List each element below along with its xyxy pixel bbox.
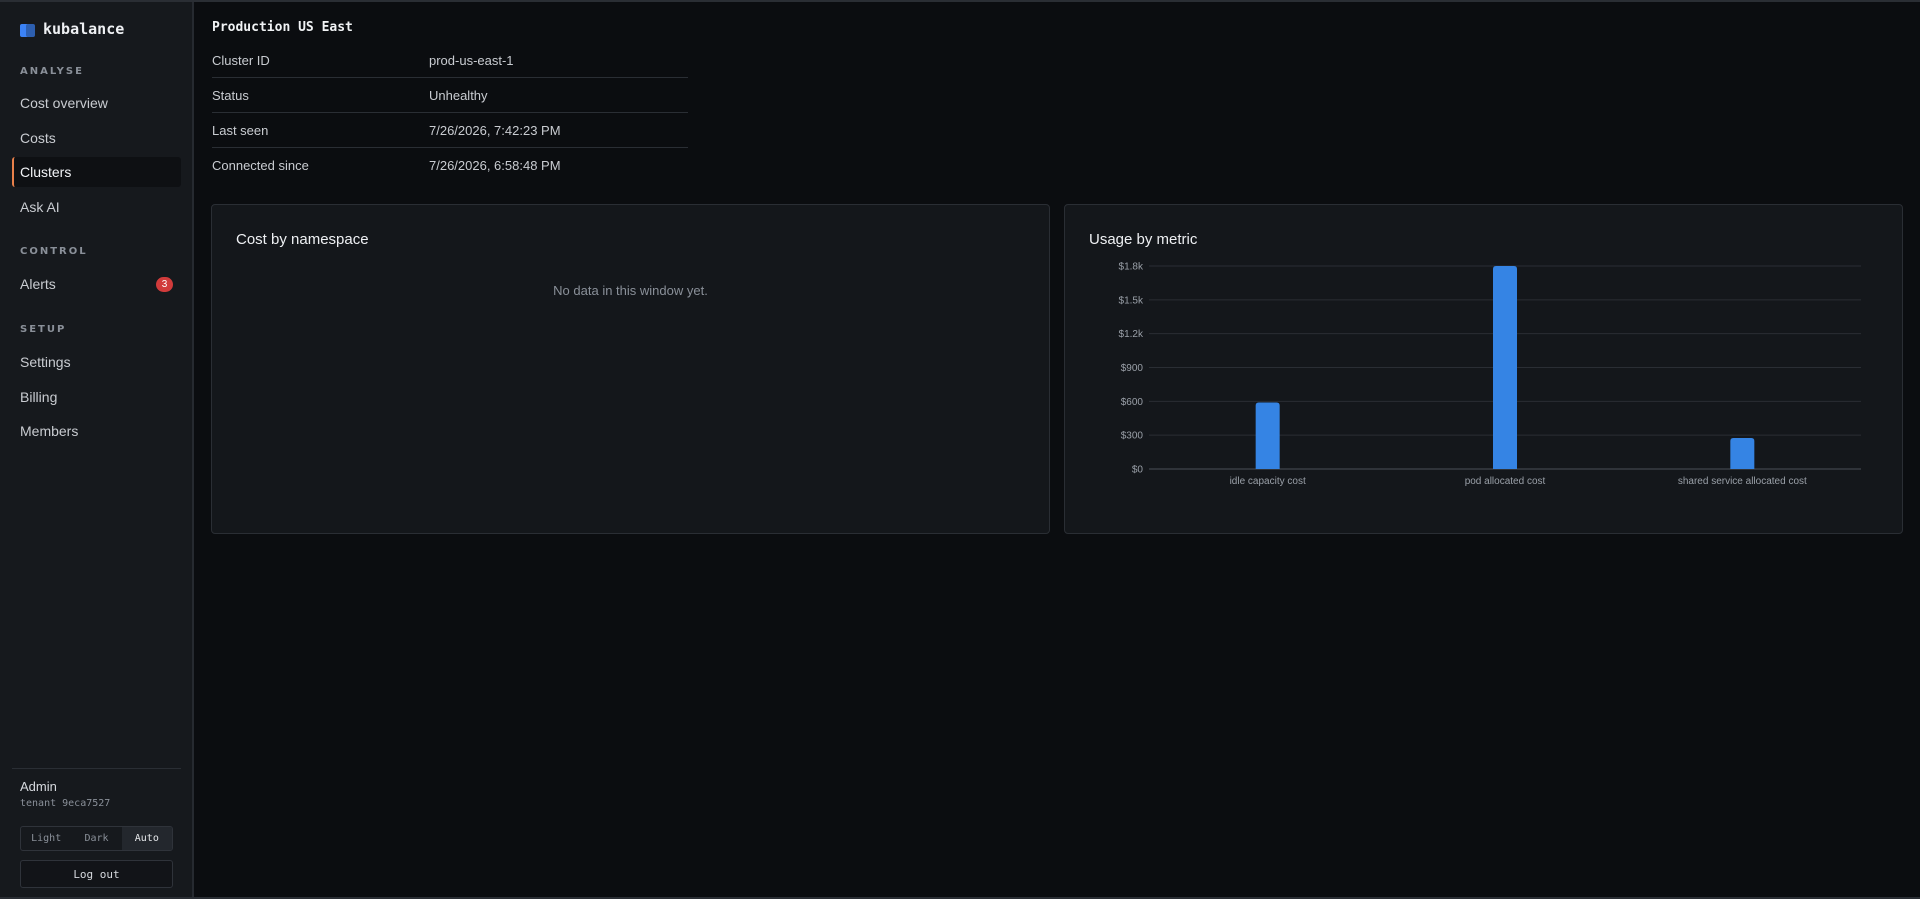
y-tick-label: $1.8k [1119,262,1144,273]
theme-toggle: Light Dark Auto [20,826,173,851]
sidebar: kubalance ANALYSE Cost overview Costs Cl… [0,2,194,897]
main-content: Production US East Cluster ID prod-us-ea… [196,2,1920,897]
sidebar-item-cost-overview[interactable]: Cost overview [12,88,181,118]
user-name: Admin [20,779,57,794]
sidebar-item-alerts[interactable]: Alerts 3 [12,269,181,299]
panel-title: Cost by namespace [236,231,369,248]
detail-value: prod-us-east-1 [429,52,514,68]
detail-key: Status [212,87,249,103]
app-window: kubalance ANALYSE Cost overview Costs Cl… [0,0,1920,899]
cost-by-namespace-panel: Cost by namespace No data in this window… [211,204,1050,534]
bar[interactable] [1493,266,1517,469]
sidebar-item-costs[interactable]: Costs [12,123,181,153]
page-title: Production US East [212,20,353,35]
bar[interactable] [1255,402,1280,469]
sidebar-item-members[interactable]: Members [12,416,181,446]
usage-by-metric-panel: Usage by metric $0 $300 $600 $900 $1.2k $1.5k… [1064,204,1903,534]
detail-key: Connected since [212,158,309,173]
kubalance-logo-icon [20,22,35,37]
sidebar-item-settings[interactable]: Settings [12,347,181,377]
section-label-analyse: ANALYSE [20,66,84,77]
detail-row: Connected since 7/26/2026, 6:58:48 PM [212,148,688,183]
theme-option-auto[interactable]: Auto [121,827,172,850]
detail-value: 7/26/2026, 7:42:23 PM [429,122,561,138]
section-label-setup: SETUP [20,324,67,335]
user-block: Admin tenant 9eca7527 Light Dark Auto Lo… [12,768,181,888]
sidebar-item-clusters[interactable]: Clusters [12,157,181,187]
bar[interactable] [1730,437,1755,469]
detail-row: Status Unhealthy [212,78,688,113]
empty-state-message: No data in this window yet. [553,283,708,298]
theme-option-dark[interactable]: Dark [71,827,121,850]
x-category-label: shared service allocated cost [1678,476,1807,487]
usage-bar-chart: $0 $300 $600 $900 $1.2k $1.5k $1.8k idle capaci… [1119,262,1861,487]
y-tick-label: $1.5k [1119,295,1144,306]
y-tick-label: $0 [1132,465,1144,476]
detail-row: Cluster ID prod-us-east-1 [212,43,688,78]
detail-key: Cluster ID [212,52,270,68]
theme-option-light[interactable]: Light [21,827,71,850]
section-label-control: CONTROL [20,246,88,257]
tenant-id: tenant 9eca7527 [20,798,111,809]
y-tick-label: $900 [1121,363,1144,374]
brand[interactable]: kubalance [20,20,124,38]
cluster-details-table: Cluster ID prod-us-east-1 Status Unhealt… [212,43,688,183]
y-tick-label: $1.2k [1119,329,1144,340]
x-category-label: idle capacity cost [1230,476,1306,487]
sidebar-item-ask-ai[interactable]: Ask AI [12,192,181,222]
sidebar-item-billing[interactable]: Billing [12,382,181,412]
sidebar-item-label: Alerts [20,276,56,292]
detail-value: Unhealthy [429,87,488,103]
y-tick-label: $300 [1121,431,1144,442]
detail-value: 7/26/2026, 6:58:48 PM [429,158,561,173]
logout-button[interactable]: Log out [20,860,173,888]
brand-name: kubalance [43,20,125,38]
alerts-count-badge: 3 [156,277,173,292]
y-tick-label: $600 [1121,397,1144,408]
detail-key: Last seen [212,122,269,138]
x-category-label: pod allocated cost [1465,476,1546,487]
detail-row: Last seen 7/26/2026, 7:42:23 PM [212,113,688,148]
